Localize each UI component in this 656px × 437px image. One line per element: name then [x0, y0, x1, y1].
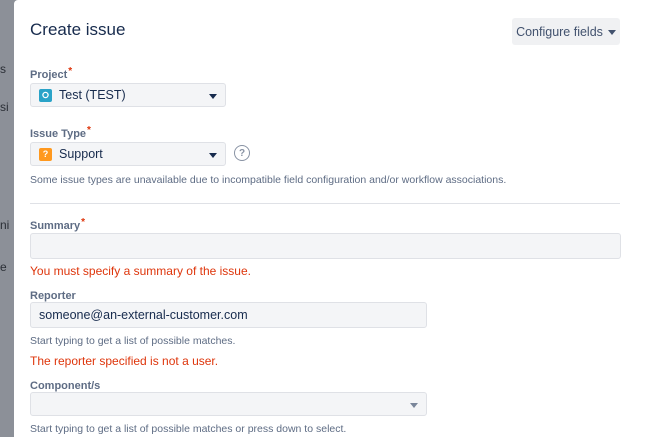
- chevron-down-icon: [410, 402, 418, 408]
- help-icon[interactable]: ?: [234, 145, 250, 161]
- project-label-text: Project: [30, 69, 68, 81]
- summary-error: You must specify a summary of the issue.: [30, 264, 251, 278]
- summary-label-text: Summary: [30, 220, 81, 232]
- background-text-fragment: s: [0, 62, 6, 76]
- required-marker: *: [81, 217, 86, 228]
- required-marker: *: [68, 66, 73, 77]
- components-select[interactable]: [30, 392, 427, 416]
- components-label: Component/s: [30, 380, 101, 392]
- dialog-title: Create issue: [30, 20, 126, 39]
- project-label: Project*: [30, 66, 73, 81]
- issue-type-select[interactable]: ? Support: [30, 142, 226, 166]
- background-text-fragment: e: [0, 260, 7, 274]
- issue-type-note: Some issue types are unavailable due to …: [30, 174, 507, 186]
- chevron-down-icon: [607, 30, 616, 35]
- reporter-help: Start typing to get a list of possible m…: [30, 335, 236, 347]
- issue-type-label: Issue Type*: [30, 125, 91, 140]
- support-issue-icon: ?: [39, 147, 52, 161]
- configure-fields-label: Configure fields: [516, 24, 603, 39]
- summary-label: Summary*: [30, 217, 86, 232]
- background-text-fragment: ni: [0, 218, 10, 232]
- reporter-input[interactable]: someone@an-external-customer.com: [30, 302, 427, 328]
- summary-input[interactable]: [30, 233, 621, 259]
- project-avatar-icon: [39, 88, 52, 102]
- chevron-down-icon: [209, 93, 217, 99]
- dialog-header: Create issue Configure fields: [14, 0, 656, 60]
- components-help: Start typing to get a list of possible m…: [30, 423, 347, 435]
- create-issue-dialog: Create issue Configure fields Project* T…: [14, 0, 656, 437]
- background-text-fragment: si: [0, 100, 9, 114]
- reporter-error: The reporter specified is not a user.: [30, 354, 219, 368]
- divider: [30, 203, 620, 204]
- required-marker: *: [87, 125, 91, 136]
- issue-type-select-value: Support: [59, 147, 103, 161]
- issue-type-label-text: Issue Type: [30, 128, 87, 140]
- configure-fields-button[interactable]: Configure fields: [512, 18, 620, 45]
- project-select-value: Test (TEST): [59, 88, 126, 102]
- reporter-label: Reporter: [30, 290, 76, 302]
- project-select[interactable]: Test (TEST): [30, 83, 226, 107]
- chevron-down-icon: [209, 152, 217, 158]
